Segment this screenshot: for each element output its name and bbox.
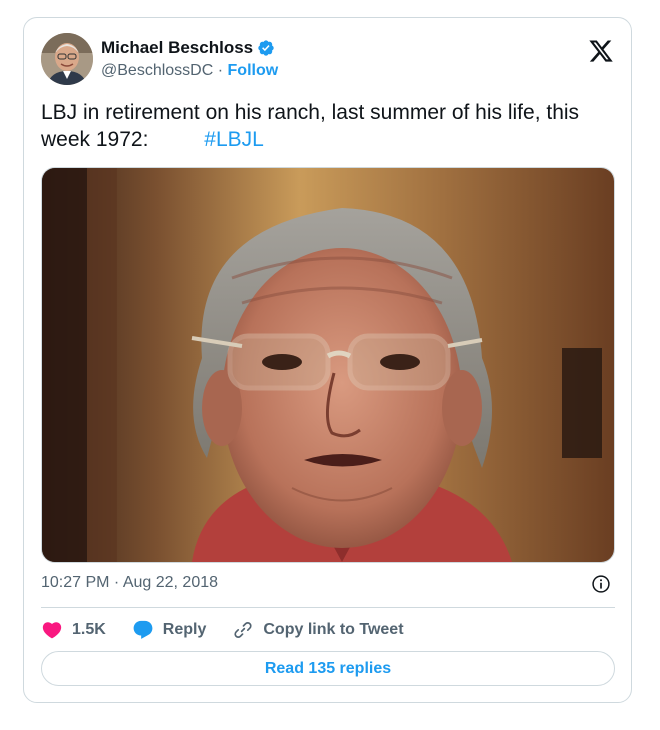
divider [41, 607, 615, 608]
author-name[interactable]: Michael Beschloss [101, 38, 253, 58]
copy-link-label: Copy link to Tweet [263, 621, 404, 638]
handle-separator: · [217, 62, 224, 79]
tweet-actions: 1.5K Reply Copy link to Tweet [41, 618, 430, 642]
photo-image [42, 168, 614, 562]
tweet-body: LBJ in retirement on his ranch, last sum… [41, 101, 580, 151]
verified-badge-icon [258, 40, 274, 56]
reply-label: Reply [162, 621, 207, 638]
follow-button[interactable]: Follow [228, 62, 279, 79]
tweet-timestamp[interactable]: 10:27 PM · Aug 22, 2018 [41, 574, 218, 592]
speech-bubble-icon [133, 620, 153, 639]
info-icon[interactable] [591, 574, 611, 594]
link-icon [234, 622, 252, 638]
x-logo-icon[interactable] [588, 38, 614, 64]
read-replies-button[interactable]: Read 135 replies [41, 651, 615, 686]
like-count: 1.5K [72, 621, 106, 638]
copy-link-button[interactable]: Copy link to Tweet [232, 619, 404, 641]
hashtag-link[interactable]: #LBJL [204, 128, 264, 151]
reply-button[interactable]: Reply [132, 619, 207, 641]
author-handle[interactable]: @BeschlossDC [101, 62, 213, 79]
author-handle-row: @BeschlossDC · Follow [101, 62, 278, 80]
author-avatar[interactable] [41, 33, 93, 85]
avatar-image [41, 33, 93, 85]
tweet-photo[interactable] [41, 167, 615, 563]
heart-icon [42, 622, 62, 639]
tweet-text: LBJ in retirement on his ranch, last sum… [41, 99, 616, 153]
tweet-card: Michael Beschloss @BeschlossDC · Follow … [23, 17, 632, 703]
like-button[interactable]: 1.5K [41, 619, 106, 641]
